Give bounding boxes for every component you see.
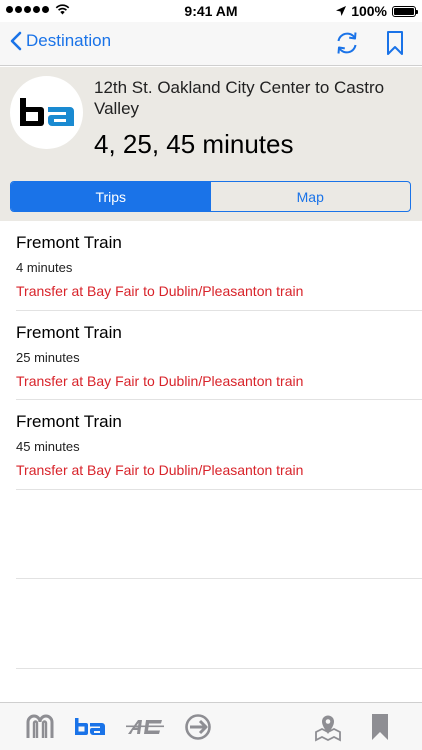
empty-row [16,579,422,669]
ac-transit-tab[interactable] [126,711,166,743]
muni-tab[interactable] [24,711,56,743]
back-label: Destination [26,31,112,50]
bookmarks-tab[interactable] [364,711,396,743]
trip-title: Fremont Train [16,322,122,342]
battery-level [394,7,414,15]
map-pin-icon [315,715,341,742]
status-bar: 9:41 AM 100% [0,0,422,22]
chevron-left-icon [10,31,22,51]
trip-duration: 4 minutes [16,260,73,275]
departure-times: 4, 25, 45 minutes [94,129,294,159]
bookmark-tab-icon [372,714,388,740]
nearby-tab[interactable] [312,711,344,743]
navigation-bar: Destination [0,22,422,66]
caltrain-icon [185,714,211,740]
bart-tab[interactable] [74,711,106,743]
trip-title: Fremont Train [16,412,122,431]
view-segmented-control: Trips Map [10,181,411,212]
bart-logo [10,76,83,149]
bart-logo-mark [19,97,74,126]
status-right: 100% [336,3,418,19]
tab-map[interactable]: Map [211,182,411,211]
trip-transfer: Transfer at Bay Fair to Dublin/Pleasanto… [16,462,304,478]
nav-actions [334,30,404,56]
bart-icon [75,718,105,735]
muni-icon [26,714,54,738]
trip-transfer: Transfer at Bay Fair to Dublin/Pleasanto… [16,283,304,299]
ac-transit-icon [126,720,164,734]
route-title: 12th St. Oakland City Center to Castro V… [94,78,385,118]
trip-duration: 45 minutes [16,439,80,454]
trip-duration: 25 minutes [16,349,80,365]
battery-icon [392,5,418,17]
tab-trips[interactable]: Trips [11,182,211,211]
tab-bar [0,702,422,750]
back-button[interactable]: Destination [10,31,111,51]
location-arrow-icon [336,6,347,16]
trip-transfer: Transfer at Bay Fair to Dublin/Pleasanto… [16,372,304,389]
bookmark-icon[interactable] [386,30,404,56]
list-item[interactable]: Fremont Train 25 minutes Transfer at Bay… [16,311,422,400]
refresh-icon[interactable] [334,30,360,56]
battery-percent: 100% [351,3,387,19]
list-item[interactable]: Fremont Train 4 minutes Transfer at Bay … [16,221,422,311]
empty-row [16,490,422,579]
caltrain-tab[interactable] [182,711,214,743]
trip-title: Fremont Train [16,233,122,252]
route-header: 12th St. Oakland City Center to Castro V… [0,67,422,221]
list-item[interactable]: Fremont Train 45 minutes Transfer at Bay… [16,400,422,490]
trips-list: Fremont Train 4 minutes Transfer at Bay … [0,221,422,669]
